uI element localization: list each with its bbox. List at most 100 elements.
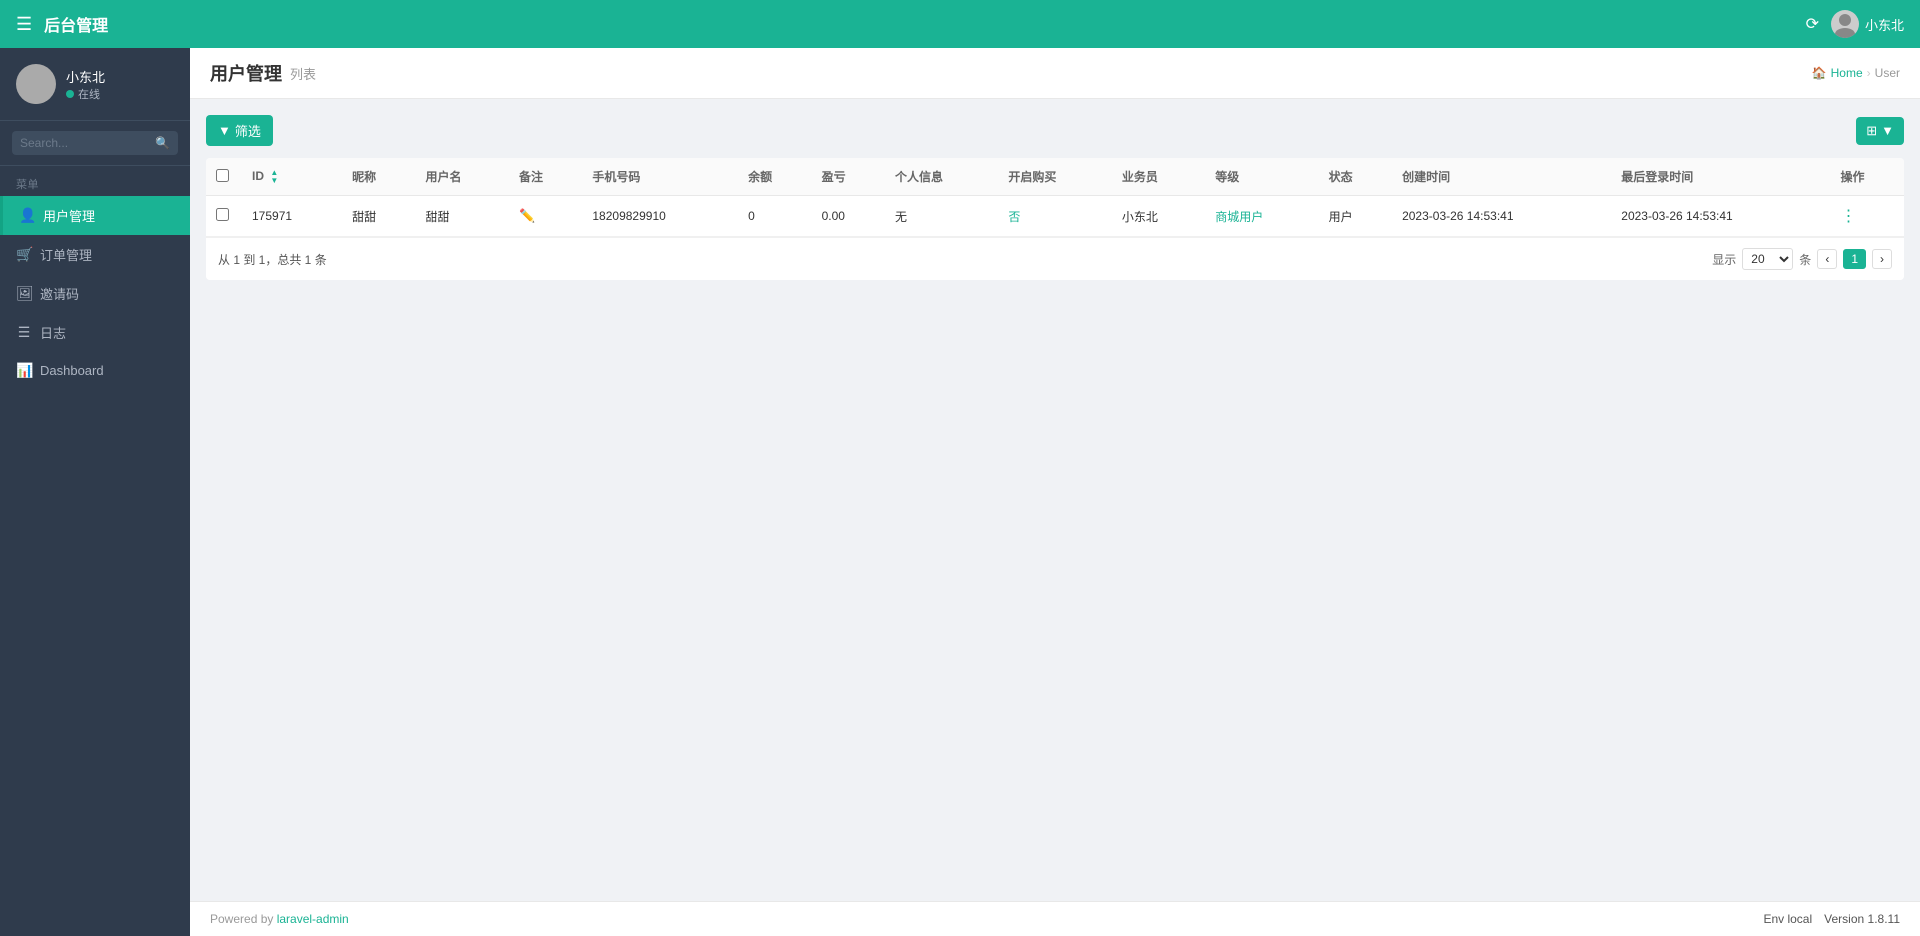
breadcrumb-separator: ›	[1867, 66, 1871, 80]
status-dot	[66, 90, 74, 98]
row-checkbox[interactable]	[216, 208, 229, 221]
header-created-at: 创建时间	[1392, 158, 1611, 196]
breadcrumb-current: User	[1875, 66, 1900, 80]
sidebar: 小东北 在线 🔍 菜单 👤 用户管理 🛒 订单管理 🖼 邀请码	[0, 48, 190, 936]
header-actions: 操作	[1830, 158, 1904, 196]
sidebar-user-info: 小东北 在线	[66, 67, 105, 102]
page-title-area: 用户管理 列表	[210, 60, 316, 86]
layout: 小东北 在线 🔍 菜单 👤 用户管理 🛒 订单管理 🖼 邀请码	[0, 48, 1920, 936]
cell-profit-loss: 0.00	[812, 196, 885, 237]
data-table: ID ▲ ▼ 昵称 用户名 备注 手机号码 余额 盈亏	[206, 158, 1904, 237]
env-badge: Env local	[1763, 912, 1812, 926]
header-status: 状态	[1319, 158, 1392, 196]
sidebar-item-order-management[interactable]: 🛒 订单管理	[0, 235, 190, 274]
cell-level: 商城用户	[1205, 196, 1318, 237]
sidebar-item-label: Dashboard	[40, 363, 104, 378]
cell-status: 用户	[1319, 196, 1392, 237]
cell-id: 175971	[242, 196, 342, 237]
more-actions-icon[interactable]: ⋮	[1840, 208, 1856, 225]
filter-icon: ▼	[218, 123, 231, 138]
filter-bar: ▼ 筛选 ⊞ ▼	[206, 115, 1904, 146]
sidebar-user-area: 小东北 在线	[0, 48, 190, 121]
content-area: ▼ 筛选 ⊞ ▼ I	[190, 99, 1920, 901]
header-nickname: 昵称	[342, 158, 415, 196]
breadcrumb-home[interactable]: Home	[1831, 66, 1863, 80]
page-1-button[interactable]: 1	[1843, 249, 1866, 269]
sidebar-username: 小东北	[66, 67, 105, 86]
prev-page-button[interactable]: ‹	[1817, 249, 1837, 269]
header-level: 等级	[1205, 158, 1318, 196]
version-badge: Version 1.8.11	[1824, 912, 1900, 926]
sidebar-search-area: 🔍	[0, 121, 190, 166]
page-footer: Powered by laravel-admin Env local Versi…	[190, 901, 1920, 936]
header-remark: 备注	[509, 158, 582, 196]
level-link[interactable]: 商城用户	[1215, 210, 1263, 224]
user-icon: 👤	[19, 207, 35, 224]
cell-balance: 0	[738, 196, 811, 237]
cell-open-purchase: 否	[998, 196, 1111, 237]
header-username: 小东北	[1865, 15, 1904, 34]
sidebar-item-label: 邀请码	[40, 284, 79, 303]
search-icon: 🔍	[155, 136, 170, 150]
page-header: 用户管理 列表 🏠 Home › User	[190, 48, 1920, 99]
cell-agent: 小东北	[1112, 196, 1205, 237]
cell-nickname: 甜甜	[342, 196, 415, 237]
list-icon: ☰	[16, 324, 32, 341]
home-icon: 🏠	[1812, 66, 1827, 80]
sidebar-item-dashboard[interactable]: 📊 Dashboard	[0, 352, 190, 389]
header-last-login: 最后登录时间	[1611, 158, 1830, 196]
sidebar-item-label: 用户管理	[43, 206, 95, 225]
cell-username: 甜甜	[416, 196, 509, 237]
per-page-select[interactable]: 20 50 100	[1742, 248, 1793, 270]
sidebar-avatar	[16, 64, 56, 104]
hamburger-icon[interactable]: ☰	[16, 14, 32, 35]
grid-icon: ⊞	[1866, 123, 1877, 139]
header-phone: 手机号码	[582, 158, 738, 196]
page-subtitle: 列表	[290, 64, 316, 83]
header-open-purchase: 开启购买	[998, 158, 1111, 196]
search-input[interactable]	[12, 131, 178, 155]
table-row: 175971 甜甜 甜甜 ✏️ 18209829910 0 0.00 无 否	[206, 196, 1904, 237]
footer-right: Env local Version 1.8.11	[1763, 912, 1900, 926]
pagination-unit: 条	[1799, 251, 1811, 268]
open-purchase-link[interactable]: 否	[1008, 210, 1020, 224]
remark-edit-icon[interactable]: ✏️	[519, 208, 535, 223]
select-all-checkbox[interactable]	[216, 169, 229, 182]
cell-created-at: 2023-03-26 14:53:41	[1392, 196, 1611, 237]
header-username: 用户名	[416, 158, 509, 196]
footer-left: Powered by laravel-admin	[210, 912, 349, 926]
header-right: ⟳ 小东北	[1806, 10, 1904, 38]
filter-button[interactable]: ▼ 筛选	[206, 115, 273, 146]
pagination-summary: 从 1 到 1，总共 1 条	[218, 251, 327, 268]
table-wrapper: ID ▲ ▼ 昵称 用户名 备注 手机号码 余额 盈亏	[206, 158, 1904, 280]
next-page-button[interactable]: ›	[1872, 249, 1892, 269]
header-personal-info: 个人信息	[885, 158, 998, 196]
sort-id-icon[interactable]: ▲ ▼	[270, 169, 278, 185]
header-avatar	[1831, 10, 1859, 38]
header-profit-loss: 盈亏	[812, 158, 885, 196]
refresh-icon[interactable]: ⟳	[1806, 14, 1819, 34]
page-title: 用户管理	[210, 60, 282, 86]
laravel-admin-link[interactable]: laravel-admin	[277, 912, 349, 926]
top-header: ☰ 后台管理 ⟳ 小东北	[0, 0, 1920, 48]
sidebar-item-invitation-code[interactable]: 🖼 邀请码	[0, 274, 190, 313]
cell-remark: ✏️	[509, 196, 582, 237]
app-title: 后台管理	[44, 12, 108, 36]
user-avatar-area[interactable]: 小东北	[1831, 10, 1904, 38]
dropdown-arrow: ▼	[1881, 123, 1894, 138]
table-header-row: ID ▲ ▼ 昵称 用户名 备注 手机号码 余额 盈亏	[206, 158, 1904, 196]
sidebar-item-label: 订单管理	[40, 245, 92, 264]
sidebar-status: 在线	[66, 86, 105, 102]
header-left: ☰ 后台管理	[16, 12, 108, 36]
sidebar-item-logs[interactable]: ☰ 日志	[0, 313, 190, 352]
header-checkbox-col	[206, 158, 242, 196]
pagination-right: 显示 20 50 100 条 ‹ 1 ›	[1712, 248, 1892, 270]
pagination-display-label: 显示	[1712, 251, 1736, 268]
sidebar-item-label: 日志	[40, 323, 66, 342]
sidebar-item-user-management[interactable]: 👤 用户管理	[0, 196, 190, 235]
cart-icon: 🛒	[16, 246, 32, 263]
column-toggle-button[interactable]: ⊞ ▼	[1856, 117, 1904, 145]
header-agent: 业务员	[1112, 158, 1205, 196]
sidebar-menu-label: 菜单	[0, 166, 190, 196]
sidebar-search-wrap: 🔍	[12, 131, 178, 155]
